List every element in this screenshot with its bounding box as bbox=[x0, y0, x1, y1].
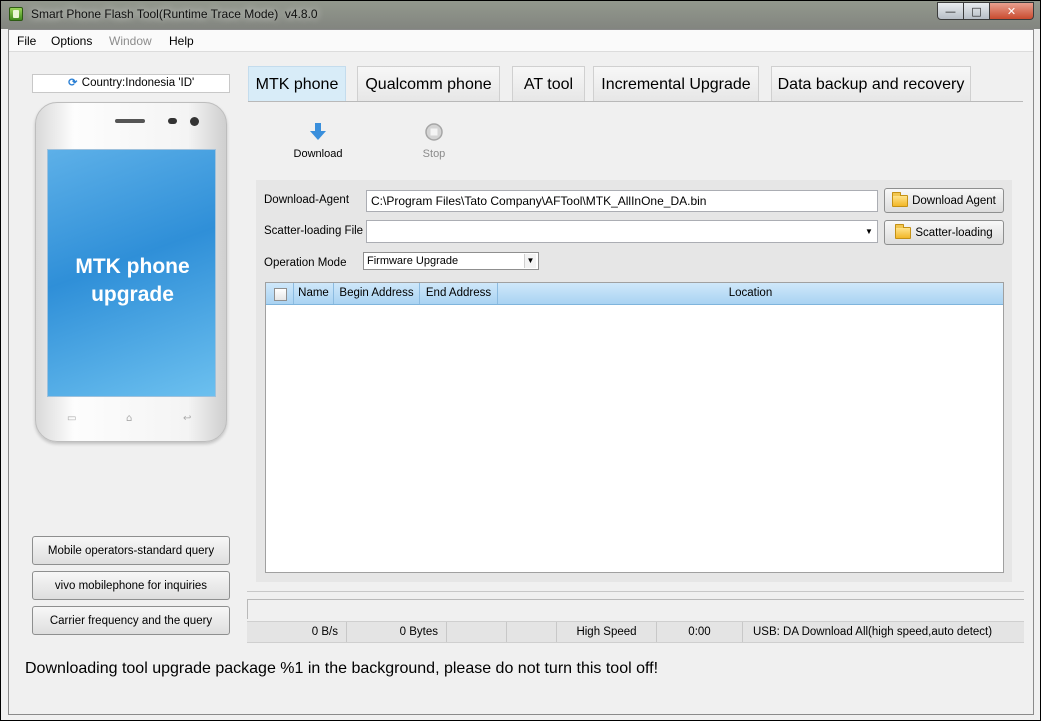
status-bar: 0 B/s 0 Bytes High Speed 0:00 USB: DA Do… bbox=[247, 621, 1024, 643]
download-label: Download bbox=[293, 148, 343, 160]
phone-speaker bbox=[115, 119, 145, 123]
column-begin-address[interactable]: Begin Address bbox=[334, 283, 420, 304]
download-agent-field[interactable]: C:\Program Files\Tato Company\AFTool\MTK… bbox=[366, 190, 878, 212]
carrier-frequency-query-button[interactable]: Carrier frequency and the query bbox=[32, 606, 230, 635]
stop-label: Stop bbox=[422, 148, 446, 160]
app-icon bbox=[9, 7, 23, 21]
menu-file[interactable]: File bbox=[17, 34, 36, 48]
partition-table[interactable]: Name Begin Address End Address Location bbox=[265, 282, 1004, 573]
button-label: Scatter-loading bbox=[915, 226, 993, 239]
app-window: Smart Phone Flash Tool(Runtime Trace Mod… bbox=[0, 0, 1041, 721]
country-indicator: ⟳ Country:Indonesia 'ID' bbox=[32, 74, 230, 93]
status-bytes: 0 Bytes bbox=[347, 622, 447, 642]
tab-divider bbox=[248, 101, 1023, 102]
download-button[interactable]: Download bbox=[286, 122, 350, 160]
minimize-button[interactable]: — bbox=[937, 2, 964, 20]
button-label: Download Agent bbox=[912, 194, 996, 207]
tab-label: Qualcomm phone bbox=[365, 75, 492, 93]
maximize-icon: □ bbox=[971, 4, 982, 18]
scatter-loading-button[interactable]: Scatter-loading bbox=[884, 220, 1004, 245]
phone-illustration: MTK phone upgrade ▭ ⌂ ↩ bbox=[35, 102, 227, 442]
scatter-loading-dropdown[interactable]: ▼ bbox=[366, 220, 878, 243]
tab-qualcomm-phone[interactable]: Qualcomm phone bbox=[357, 66, 500, 102]
country-label: Country:Indonesia 'ID' bbox=[81, 77, 195, 89]
download-agent-label: Download-Agent bbox=[264, 194, 350, 206]
chevron-down-icon: ▼ bbox=[865, 227, 873, 236]
phone-screen-line2: upgrade bbox=[91, 283, 174, 306]
status-usb: USB: DA Download All(high speed,auto det… bbox=[753, 626, 993, 638]
folder-icon bbox=[895, 223, 912, 239]
stop-button[interactable]: Stop bbox=[402, 122, 466, 160]
refresh-icon: ⟳ bbox=[68, 77, 78, 89]
button-label: Carrier frequency and the query bbox=[49, 614, 213, 627]
phone-screen: MTK phone upgrade bbox=[47, 149, 216, 397]
phone-screen-line1: MTK phone bbox=[75, 255, 190, 278]
close-icon: ✕ bbox=[1006, 4, 1017, 18]
stop-icon bbox=[425, 123, 443, 141]
maximize-button[interactable]: □ bbox=[964, 2, 990, 20]
folder-icon bbox=[892, 191, 909, 207]
download-agent-button[interactable]: Download Agent bbox=[884, 188, 1004, 213]
menu-bar: File Options Window Help bbox=[9, 30, 1033, 52]
phone-camera-icon bbox=[190, 117, 199, 126]
window-title: Smart Phone Flash Tool(Runtime Trace Mod… bbox=[31, 7, 318, 21]
tab-incremental-upgrade[interactable]: Incremental Upgrade bbox=[593, 66, 759, 102]
column-end-address[interactable]: End Address bbox=[420, 283, 498, 304]
scatter-loading-label: Scatter-loading File bbox=[264, 225, 364, 237]
tab-data-backup-recovery[interactable]: Data backup and recovery bbox=[771, 66, 971, 102]
select-all-checkbox[interactable] bbox=[274, 288, 287, 301]
tab-label: Data backup and recovery bbox=[777, 75, 965, 93]
button-label: vivo mobilephone for inquiries bbox=[54, 579, 208, 592]
window-version: v4.8.0 bbox=[284, 7, 318, 21]
column-location[interactable]: Location bbox=[498, 283, 1003, 304]
column-name[interactable]: Name bbox=[294, 283, 334, 304]
status-speed: 0 B/s bbox=[247, 622, 347, 642]
progress-bar bbox=[247, 599, 1024, 619]
chevron-down-icon: ▼ bbox=[524, 254, 536, 268]
status-time: 0:00 bbox=[657, 622, 743, 642]
status-empty-2 bbox=[507, 622, 557, 642]
button-label: Mobile operators-standard query bbox=[47, 544, 215, 557]
phone-sensor bbox=[168, 118, 177, 124]
client-area: File Options Window Help ⟳ Country:Indone… bbox=[8, 29, 1034, 715]
operation-mode-select[interactable]: Firmware Upgrade ▼ bbox=[363, 252, 539, 270]
select-all-column bbox=[266, 283, 294, 304]
menu-window[interactable]: Window bbox=[109, 34, 152, 48]
operation-mode-label: Operation Mode bbox=[264, 257, 347, 269]
mobile-operators-query-button[interactable]: Mobile operators-standard query bbox=[32, 536, 230, 565]
download-arrow-icon bbox=[310, 123, 326, 140]
menu-options[interactable]: Options bbox=[51, 34, 92, 48]
tab-label: AT tool bbox=[523, 75, 574, 93]
close-button[interactable]: ✕ bbox=[990, 2, 1034, 20]
background-upgrade-message: Downloading tool upgrade package %1 in t… bbox=[25, 660, 659, 677]
tab-at-tool[interactable]: AT tool bbox=[512, 66, 585, 102]
menu-key-icon: ▭ bbox=[67, 413, 77, 424]
status-mode: High Speed bbox=[557, 622, 657, 642]
menu-help[interactable]: Help bbox=[169, 34, 194, 48]
tab-mtk-phone[interactable]: MTK phone bbox=[248, 66, 346, 102]
table-header: Name Begin Address End Address Location bbox=[266, 283, 1003, 305]
separator bbox=[247, 591, 1024, 592]
back-key-icon: ↩ bbox=[183, 413, 192, 424]
title-bar[interactable]: Smart Phone Flash Tool(Runtime Trace Mod… bbox=[1, 1, 1040, 29]
tab-label: MTK phone bbox=[255, 75, 339, 93]
phone-screen-text: MTK phone upgrade bbox=[48, 253, 217, 309]
home-key-icon: ⌂ bbox=[126, 413, 133, 424]
status-empty-1 bbox=[447, 622, 507, 642]
tab-label: Incremental Upgrade bbox=[601, 75, 751, 93]
vivo-inquiries-button[interactable]: vivo mobilephone for inquiries bbox=[32, 571, 230, 600]
minimize-icon: — bbox=[945, 4, 956, 18]
